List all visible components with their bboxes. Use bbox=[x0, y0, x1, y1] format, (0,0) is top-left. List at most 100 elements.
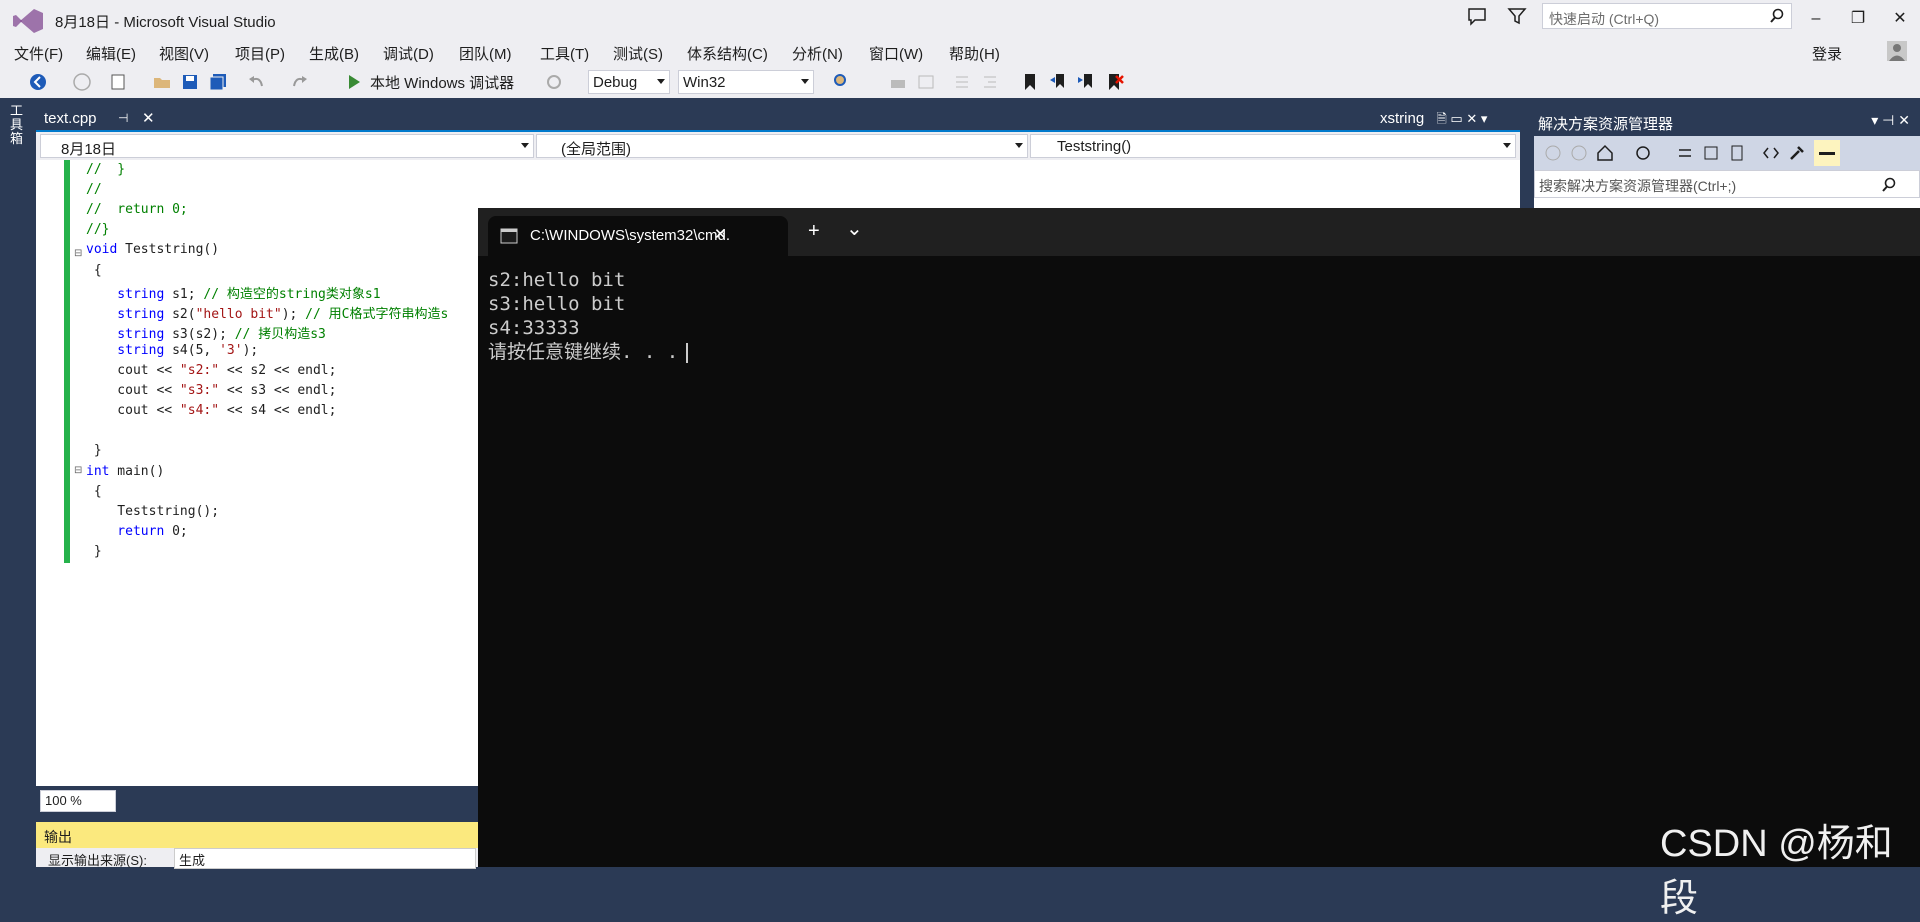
view-code-icon[interactable] bbox=[1762, 144, 1780, 162]
open-file-icon[interactable] bbox=[152, 72, 172, 92]
menu-window[interactable]: 窗口(W) bbox=[869, 43, 923, 64]
back-icon[interactable] bbox=[1544, 144, 1562, 162]
comment-icon[interactable] bbox=[888, 72, 908, 92]
tab-text-cpp[interactable]: text.cpp ⊣ ✕ bbox=[36, 107, 164, 132]
scope-dropdown[interactable]: (全局范围) bbox=[536, 134, 1028, 158]
menu-architecture[interactable]: 体系结构(C) bbox=[687, 43, 768, 64]
code-token: Teststring() bbox=[117, 242, 220, 258]
collapse-main-icon[interactable]: ⊟ bbox=[74, 465, 82, 476]
quick-launch-input[interactable]: 快速启动 (Ctrl+Q) bbox=[1542, 3, 1792, 29]
menu-edit[interactable]: 编辑(E) bbox=[86, 43, 136, 64]
feedback-icon[interactable] bbox=[1466, 5, 1488, 27]
code-token: "s2:" bbox=[179, 363, 220, 378]
project-dropdown[interactable]: 8月18日 bbox=[40, 134, 534, 158]
code-token: '3' bbox=[219, 342, 243, 358]
start-debugging-button[interactable]: 本地 Windows 调试器 bbox=[370, 72, 514, 93]
bookmark-icon[interactable] bbox=[1020, 72, 1040, 92]
code-line: cout << "s4:" << s4 << endl; bbox=[86, 403, 336, 418]
uncomment-icon[interactable] bbox=[916, 72, 936, 92]
output-source-dropdown[interactable]: 生成 bbox=[174, 848, 476, 869]
search-icon[interactable] bbox=[1769, 8, 1785, 24]
tab-dropdown-button[interactable]: ⌄ bbox=[846, 216, 863, 241]
solution-explorer-search-input[interactable]: 搜索解决方案资源管理器(Ctrl+;) bbox=[1534, 170, 1920, 198]
menu-file[interactable]: 文件(F) bbox=[14, 43, 63, 64]
solution-explorer-title: 解决方案资源管理器 bbox=[1538, 116, 1674, 133]
save-all-icon[interactable] bbox=[208, 72, 228, 92]
visual-studio-logo-icon bbox=[13, 9, 43, 33]
start-debugging-icon[interactable] bbox=[344, 72, 364, 92]
code-token: cout << bbox=[86, 403, 180, 419]
solution-explorer-window-controls[interactable]: ▾ ⊣ ✕ bbox=[1871, 112, 1910, 129]
new-tab-button[interactable]: + bbox=[808, 220, 820, 243]
menu-project[interactable]: 项目(P) bbox=[235, 43, 285, 64]
change-margin bbox=[64, 160, 70, 563]
code-line: // return 0; bbox=[86, 202, 188, 217]
back-icon[interactable] bbox=[28, 72, 48, 92]
restore-button[interactable]: ❐ bbox=[1838, 6, 1878, 32]
login-link[interactable]: 登录 bbox=[1812, 43, 1842, 64]
forward-icon[interactable] bbox=[72, 72, 92, 92]
save-icon[interactable] bbox=[180, 72, 200, 92]
terminal-icon bbox=[500, 228, 518, 244]
console-tab[interactable]: C:\WINDOWS\system32\cmd. ✕ bbox=[488, 216, 788, 256]
menu-bar: 文件(F) 编辑(E) 视图(V) 项目(P) 生成(B) 调试(D) 团队(M… bbox=[0, 40, 1920, 66]
code-token: << s4 << endl; bbox=[219, 403, 337, 419]
member-dropdown[interactable]: Teststring() bbox=[1030, 134, 1516, 158]
menu-debug[interactable]: 调试(D) bbox=[383, 43, 434, 64]
code-token: // 拷贝构造s3 bbox=[234, 326, 326, 342]
code-line: return 0; bbox=[86, 523, 188, 539]
properties-icon[interactable] bbox=[1788, 144, 1806, 162]
indent-icon[interactable] bbox=[980, 72, 1000, 92]
zoom-dropdown[interactable]: 100 % bbox=[40, 790, 116, 812]
minimize-button[interactable]: ‒ bbox=[1796, 6, 1836, 32]
code-line: string s2("hello bit"); // 用C格式字符串构造s bbox=[86, 303, 448, 322]
forward-icon[interactable] bbox=[1570, 144, 1588, 162]
sync-icon[interactable] bbox=[1676, 144, 1694, 162]
code-token: } bbox=[86, 543, 102, 559]
standard-toolbar: Debug Win32 bbox=[0, 66, 1920, 98]
output-title: 输出 bbox=[44, 829, 72, 845]
outdent-icon[interactable] bbox=[952, 72, 972, 92]
platform-dropdown[interactable]: Win32 bbox=[678, 70, 814, 94]
tab-xstring-label: xstring bbox=[1380, 110, 1425, 127]
nav-member: Teststring() bbox=[1057, 138, 1132, 155]
close-window-button[interactable]: ✕ bbox=[1880, 6, 1920, 32]
refresh-icon[interactable] bbox=[544, 72, 564, 92]
find-icon[interactable] bbox=[832, 72, 852, 92]
tab-xstring-icons[interactable]: 🗎 ▭ ✕ ▾ bbox=[1436, 111, 1487, 126]
configuration-dropdown[interactable]: Debug bbox=[588, 70, 670, 94]
collapse-all-icon[interactable] bbox=[1702, 144, 1720, 162]
solution-explorer-header: 解决方案资源管理器 ▾ ⊣ ✕ bbox=[1534, 108, 1920, 134]
clear-bookmarks-icon[interactable] bbox=[1104, 72, 1124, 92]
undo-icon[interactable] bbox=[246, 72, 266, 92]
menu-build[interactable]: 生成(B) bbox=[309, 43, 359, 64]
code-token: 0; bbox=[164, 523, 188, 539]
close-tab-icon[interactable]: ✕ bbox=[714, 225, 727, 243]
history-icon[interactable] bbox=[1634, 144, 1652, 162]
user-icon[interactable] bbox=[1886, 40, 1908, 62]
code-token: string bbox=[86, 342, 165, 358]
preview-icon[interactable] bbox=[1814, 140, 1840, 166]
new-project-icon[interactable] bbox=[108, 72, 128, 92]
menu-tools[interactable]: 工具(T) bbox=[540, 43, 589, 64]
filter-icon[interactable] bbox=[1506, 5, 1528, 27]
menu-team[interactable]: 团队(M) bbox=[459, 43, 512, 64]
next-bookmark-icon[interactable] bbox=[1076, 72, 1096, 92]
menu-view[interactable]: 视图(V) bbox=[159, 43, 209, 64]
search-icon[interactable] bbox=[1881, 177, 1897, 193]
pin-icon[interactable]: ⊣ bbox=[118, 111, 128, 125]
redo-icon[interactable] bbox=[290, 72, 310, 92]
menu-test[interactable]: 测试(S) bbox=[613, 43, 663, 64]
collapse-teststring-icon[interactable]: ⊟ bbox=[74, 248, 82, 259]
menu-help[interactable]: 帮助(H) bbox=[949, 43, 1000, 64]
toolbox-tab[interactable]: 工具箱 bbox=[10, 104, 26, 146]
home-icon[interactable] bbox=[1596, 144, 1614, 162]
tab-xstring[interactable]: xstring 🗎 ▭ ✕ ▾ bbox=[1380, 110, 1487, 132]
code-line: Teststring(); bbox=[86, 504, 219, 519]
console-window[interactable]: C:\WINDOWS\system32\cmd. ✕ + ⌄ s2:hello … bbox=[478, 208, 1920, 867]
show-all-files-icon[interactable] bbox=[1728, 144, 1746, 162]
code-token: // 构造空的string类对象s1 bbox=[203, 286, 381, 302]
previous-bookmark-icon[interactable] bbox=[1048, 72, 1068, 92]
menu-analyze[interactable]: 分析(N) bbox=[792, 43, 843, 64]
close-tab-icon[interactable]: ✕ bbox=[142, 109, 155, 127]
